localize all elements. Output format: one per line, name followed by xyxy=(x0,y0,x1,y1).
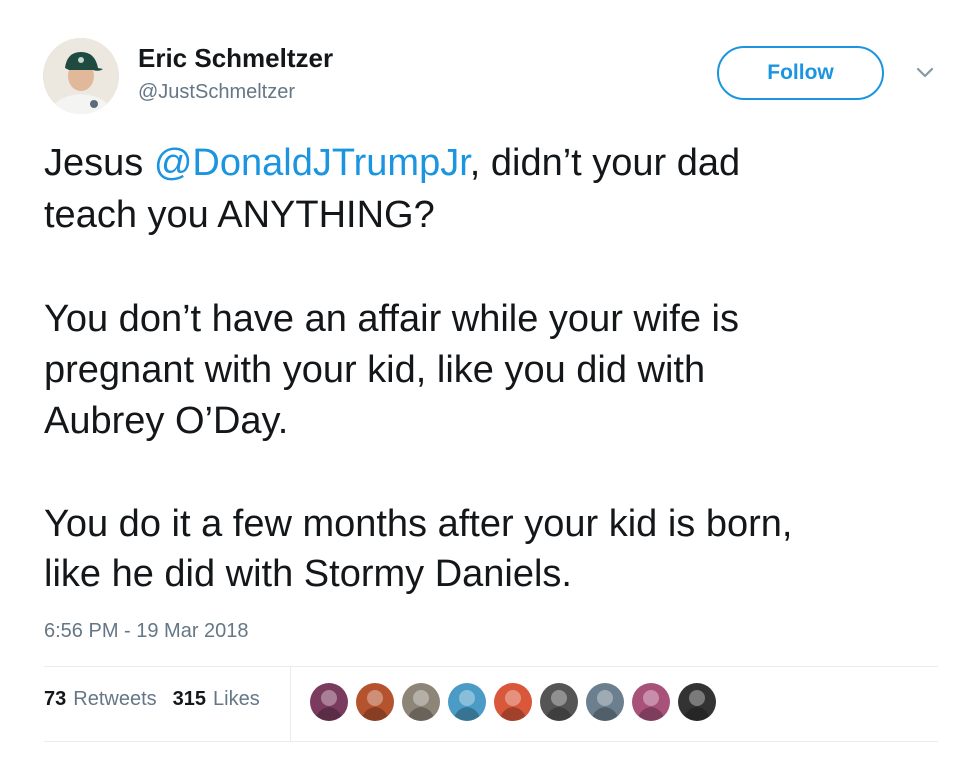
tweet-text-segment: , didn’t your dad xyxy=(469,142,741,184)
tweet-stats: 73 Retweets 315 Likes xyxy=(44,688,276,711)
tweet-card: Eric Schmeltzer @JustSchmeltzer Follow J… xyxy=(0,0,980,759)
tweet-text-line: Jesus @DonaldJTrumpJr, didn’t your dad xyxy=(44,138,944,189)
tweet-timestamp[interactable]: 6:56 PM - 19 Mar 2018 xyxy=(44,620,249,643)
tweet-text-line: teach you ANYTHING? xyxy=(44,194,435,236)
tweet-text-line: pregnant with your kid, like you did wit… xyxy=(44,349,706,391)
liker-avatar[interactable] xyxy=(402,683,440,721)
likes-count: 315 xyxy=(172,688,206,710)
divider xyxy=(44,666,938,667)
retweets-stat[interactable]: 73 Retweets xyxy=(44,688,157,711)
tweet-text-line: You don’t have an affair while your wife… xyxy=(44,298,739,340)
liker-avatar[interactable] xyxy=(632,683,670,721)
tweet-text-segment: Jesus xyxy=(44,142,154,184)
likes-stat[interactable]: 315 Likes xyxy=(173,688,260,711)
tweet-text-line: Aubrey O’Day. xyxy=(44,400,289,442)
tweet-text-line: You do it a few months after your kid is… xyxy=(44,503,793,545)
tweet-text-line: like he did with Stormy Daniels. xyxy=(44,553,572,595)
liker-avatar[interactable] xyxy=(494,683,532,721)
liker-avatar[interactable] xyxy=(678,683,716,721)
retweets-count: 73 xyxy=(44,688,67,710)
liker-avatar[interactable] xyxy=(586,683,624,721)
avatar[interactable] xyxy=(43,38,119,114)
chevron-down-icon[interactable] xyxy=(912,62,938,84)
liker-avatar[interactable] xyxy=(448,683,486,721)
author-handle[interactable]: @JustSchmeltzer xyxy=(138,81,295,104)
follow-button[interactable]: Follow xyxy=(717,46,884,100)
divider xyxy=(44,741,938,742)
liker-avatar[interactable] xyxy=(356,683,394,721)
stats-separator xyxy=(290,667,291,741)
likes-label: Likes xyxy=(213,688,260,710)
author-display-name[interactable]: Eric Schmeltzer xyxy=(138,43,333,74)
mention-link[interactable]: @DonaldJTrumpJr xyxy=(154,142,470,184)
retweets-label: Retweets xyxy=(73,688,157,710)
liker-avatar[interactable] xyxy=(540,683,578,721)
liker-avatar[interactable] xyxy=(310,683,348,721)
avatar-image xyxy=(43,38,119,114)
